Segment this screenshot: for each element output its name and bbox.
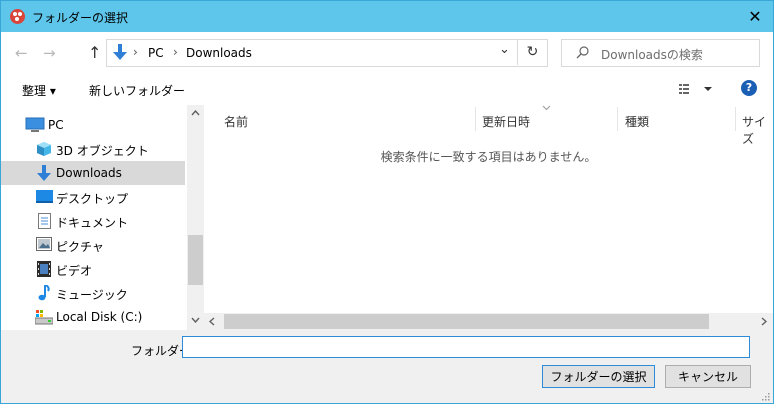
3d-objects-icon <box>36 141 52 157</box>
sort-chevron-icon <box>542 105 551 111</box>
nav-label: ドキュメント <box>56 216 129 230</box>
help-icon[interactable]: ? <box>741 80 757 96</box>
column-header-type[interactable]: 種類 <box>625 113 649 130</box>
pictures-icon <box>36 237 52 251</box>
folder-name-input[interactable] <box>182 336 750 358</box>
column-header-name[interactable]: 名前 <box>224 113 248 130</box>
documents-icon <box>38 213 51 229</box>
nav-label: PC <box>48 118 64 132</box>
file-list: 名前 更新日時 種類 サイズ 検索条件に一致する項目はありません。 <box>204 105 773 313</box>
nav-item-documents[interactable]: ドキュメント <box>1 209 185 233</box>
scroll-up-arrow-icon[interactable] <box>191 110 200 116</box>
new-folder-button[interactable]: 新しいフォルダー <box>89 82 185 99</box>
resize-grip-icon[interactable] <box>761 392 770 401</box>
chevron-down-icon[interactable]: ⌄ <box>499 42 510 57</box>
nav-label: ビデオ <box>56 264 93 278</box>
command-toolbar: 整理 ▾ 新しいフォルダー ? <box>1 72 773 105</box>
nav-item-videos[interactable]: ビデオ <box>1 257 185 281</box>
column-header-size[interactable]: サイズ <box>742 113 773 147</box>
app-icon <box>10 9 25 24</box>
scroll-right-arrow-icon[interactable] <box>761 317 767 326</box>
nav-pane-scrollbar[interactable] <box>187 105 204 330</box>
file-list-horizontal-scrollbar[interactable] <box>204 313 773 330</box>
title-bar: フォルダーの選択 ✕ <box>1 1 773 32</box>
downloads-icon <box>112 44 128 61</box>
nav-label: Local Disk (C:) <box>56 310 143 324</box>
column-header-modified[interactable]: 更新日時 <box>482 113 530 130</box>
search-box[interactable]: Downloadsの検索 <box>561 39 760 67</box>
pc-icon <box>25 117 45 133</box>
breadcrumb-separator: › <box>133 45 138 59</box>
local-disk-icon <box>35 309 53 325</box>
nav-item-pc[interactable]: PC <box>1 113 185 137</box>
desktop-icon <box>36 189 53 203</box>
folder-select-dialog: フォルダーの選択 ✕ ← → ↑ › PC › Downloads ⌄ ↻ Do… <box>0 0 774 404</box>
forward-button[interactable]: → <box>43 44 56 62</box>
close-button[interactable]: ✕ <box>737 1 773 32</box>
refresh-button[interactable]: ↻ <box>517 39 547 65</box>
videos-icon <box>37 261 51 277</box>
scroll-left-arrow-icon[interactable] <box>209 317 215 326</box>
nav-pane-scrollbar-thumb[interactable] <box>188 235 203 285</box>
window-title: フォルダーの選択 <box>32 11 129 25</box>
organize-button[interactable]: 整理 ▾ <box>22 82 56 99</box>
nav-item-desktop[interactable]: デスクトップ <box>1 185 185 209</box>
breadcrumb-pc[interactable]: PC <box>148 46 164 60</box>
breadcrumb-downloads[interactable]: Downloads <box>186 46 252 60</box>
scroll-down-arrow-icon[interactable] <box>191 317 200 323</box>
music-icon <box>38 285 50 301</box>
select-folder-button[interactable]: フォルダーの選択 <box>542 365 655 388</box>
search-placeholder: Downloadsの検索 <box>601 48 703 62</box>
nav-label: Downloads <box>56 166 122 180</box>
column-divider[interactable] <box>735 107 736 131</box>
dialog-footer: フォルダー: フォルダーの選択 キャンセル <box>1 330 773 403</box>
nav-item-pictures[interactable]: ピクチャ <box>1 233 185 257</box>
nav-item-3d-objects[interactable]: 3D オブジェクト <box>1 137 185 161</box>
cancel-button[interactable]: キャンセル <box>665 365 751 388</box>
column-divider[interactable] <box>617 107 618 131</box>
nav-label: デスクトップ <box>56 192 129 206</box>
nav-item-local-disk[interactable]: Local Disk (C:) <box>1 305 185 329</box>
horizontal-scrollbar-thumb[interactable] <box>224 314 709 329</box>
downloads-icon <box>36 165 52 182</box>
up-button[interactable]: ↑ <box>88 43 101 62</box>
nav-item-music[interactable]: ミュージック <box>1 281 185 305</box>
nav-label: 3D オブジェクト <box>56 144 149 158</box>
empty-list-message: 検索条件に一致する項目はありません。 <box>380 150 597 164</box>
navigation-bar: ← → ↑ › PC › Downloads ⌄ ↻ Downloadsの検索 <box>1 32 773 72</box>
address-bar[interactable]: › PC › Downloads ⌄ <box>106 39 548 67</box>
nav-item-downloads[interactable]: Downloads <box>1 161 185 185</box>
column-divider[interactable] <box>475 107 476 131</box>
nav-label: ピクチャ <box>56 240 104 254</box>
breadcrumb-separator: › <box>173 45 178 59</box>
back-button[interactable]: ← <box>15 44 28 62</box>
navigation-pane: PC 3D オブジェクト Downloads デスクトップ ドキュメント ピクチ… <box>1 105 187 330</box>
search-icon <box>576 46 589 59</box>
view-options-icon[interactable] <box>679 83 715 95</box>
nav-label: ミュージック <box>56 288 128 302</box>
